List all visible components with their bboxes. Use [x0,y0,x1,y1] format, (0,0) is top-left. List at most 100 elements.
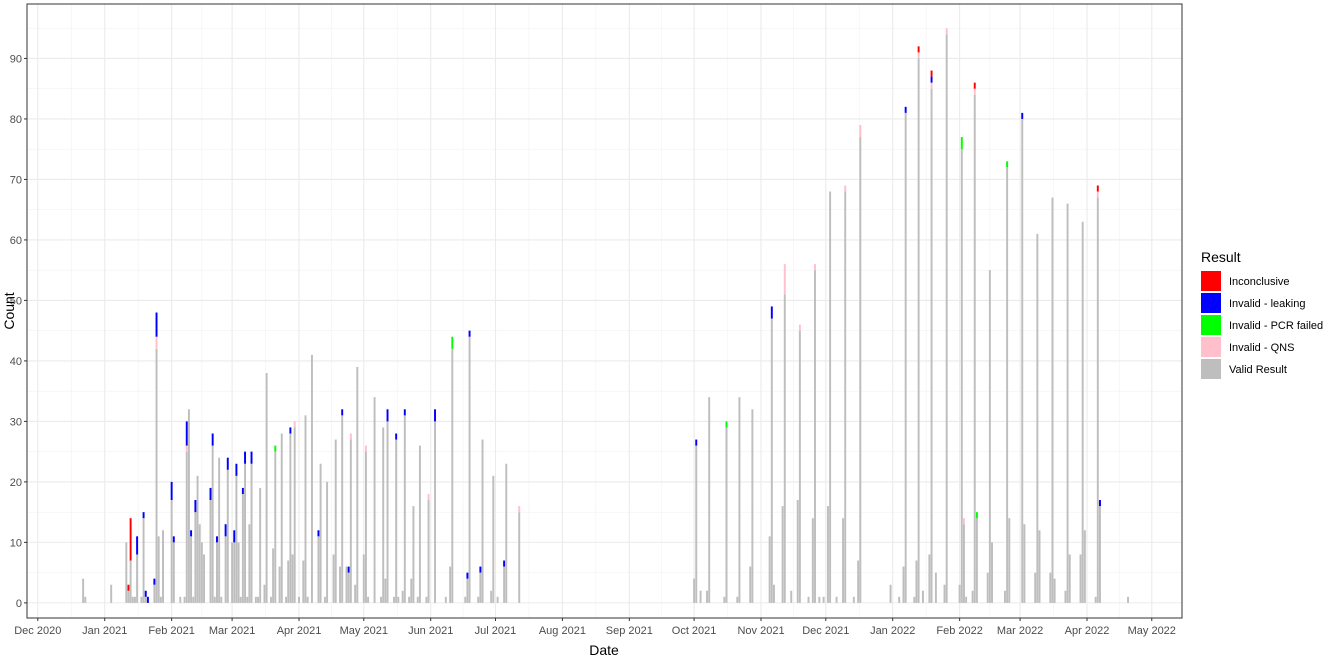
bar-segment-invalid-qns [185,445,188,452]
bar-segment-invalid-leaking [211,433,214,446]
bar-segment-invalid-leaking [146,596,149,603]
bar-segment-valid-result [257,596,259,603]
bar-segment-valid-result [226,469,229,603]
legend-key [1201,359,1221,379]
bar-segment-invalid-leaking [347,566,350,573]
bar-segment-invalid-qns [518,506,521,513]
bar-segment-invalid-leaking [190,530,193,537]
bar-segment-valid-result [408,596,411,603]
bar-segment-valid-result [1008,518,1011,603]
bar-segment-valid-result [144,596,147,603]
bar-segment-valid-result [425,596,428,603]
bar-segment-valid-result [1004,590,1006,603]
x-tick-label: Feb 2022 [936,625,982,637]
bar-segment-invalid-qns [783,264,786,295]
bar-segment-valid-result [826,506,829,603]
x-tick-label: Apr 2022 [1065,625,1110,637]
bar-segment-invalid-leaking [209,487,212,501]
bar-segment-valid-result [364,451,367,603]
bar-segment-invalid-qns [293,421,296,428]
bar-segment-valid-result [1068,554,1071,603]
bar-segment-valid-result [835,596,838,603]
bar-segment-valid-result [928,554,931,603]
x-tick-label: Feb 2021 [148,625,194,637]
bar-segment-invalid-leaking [503,560,506,567]
bar-segment-valid-result [269,596,272,603]
bar-segment-invalid-pcr-failed [725,421,728,428]
bar-segment-valid-result [1064,590,1067,603]
bar-segment-valid-result [265,373,268,603]
bar-segment-valid-result [278,566,281,603]
bar-segment-valid-result [768,536,771,603]
bar-segment-valid-result [738,397,741,603]
bar-segment-valid-result [770,318,773,603]
bar-segment-valid-result [136,554,139,603]
bar-segment-valid-result [198,524,201,603]
bar-segment-valid-result [1094,596,1097,603]
bar-segment-invalid-qns [844,185,847,192]
bar-segment-valid-result [468,336,471,603]
bar-segment-invalid-leaking [244,451,247,464]
x-tick-label: Nov 2021 [737,625,784,637]
x-tick-label: Sep 2021 [606,625,653,637]
bar-segment-valid-result [280,433,283,603]
legend-label: Valid Result [1229,364,1287,376]
bar-segment-valid-result [1096,197,1099,603]
bar-segment-valid-result [345,566,348,603]
bar-segment-valid-result [1066,203,1069,603]
bar-segment-valid-result [965,596,968,603]
bar-segment-invalid-leaking [904,106,907,113]
bar-segment-invalid-leaking [695,439,698,446]
bar-segment-valid-result [397,596,400,603]
bar-segment-valid-result [263,584,266,603]
bar-segment-valid-result [341,415,344,603]
bar-segment-valid-result [323,596,326,603]
bar-segment-valid-result [293,427,296,603]
bar-segment-valid-result [213,596,216,603]
bar-segment-invalid-qns [945,28,948,35]
bar-segment-valid-result [203,554,205,603]
bar-segment-valid-result [332,554,335,603]
bar-segment-valid-result [326,481,329,603]
bar-segment-valid-result [403,415,406,603]
bar-segment-invalid-leaking [770,306,773,319]
bar-segment-valid-result [384,578,387,603]
x-tick-label: Oct 2021 [672,625,717,637]
bar-segment-invalid-leaking [241,487,244,494]
bar-segment-valid-result [131,596,134,603]
bar-segment-valid-result [852,596,855,603]
bar-segment-invalid-leaking [172,536,175,543]
legend-key [1201,337,1221,357]
bar-segment-valid-result [239,596,242,603]
bar-segment-valid-result [1081,221,1084,603]
bar-segment-valid-result [751,409,754,603]
bar-segment-invalid-leaking [479,566,482,573]
x-tick-label: Dec 2020 [14,625,61,637]
bar-segment-valid-result [1051,197,1054,603]
bar-segment-invalid-qns [364,445,367,452]
bar-segment-invalid-leaking [224,524,227,537]
bar-segment-valid-result [790,590,793,603]
bar-segment-valid-result [818,596,821,603]
bar-segment-valid-result [904,112,907,603]
bar-segment-invalid-leaking [1098,500,1101,507]
bar-segment-valid-result [434,421,436,603]
bar-segment-valid-result [412,506,415,603]
bar-segment-valid-result [492,475,495,603]
bar-segment-valid-result [960,149,963,603]
bar-segment-valid-result [395,439,398,603]
bar-segment-inconclusive [129,518,132,561]
bar-segment-valid-result [466,578,469,603]
bar-segment-valid-result [481,439,484,603]
bar-segment-valid-result [798,330,801,603]
bar-segment-valid-result [1127,596,1129,603]
x-tick-label: Jan 2021 [82,625,127,637]
bar-segment-valid-result [155,348,158,603]
bar-segment-inconclusive [917,46,920,53]
bar-segment-valid-result [902,566,905,603]
bar-segment-invalid-leaking [235,463,238,476]
bar-segment-valid-result [505,463,508,603]
bar-segment-invalid-leaking [1021,112,1024,119]
bar-segment-valid-result [1006,167,1009,603]
y-tick-label: 70 [10,174,22,186]
